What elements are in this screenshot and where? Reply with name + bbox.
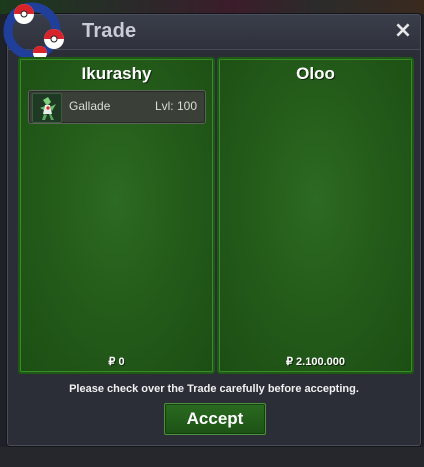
offer-panel-self: Ikurashy Gallade Lvl: 100 ₽ 0 [18, 57, 215, 374]
window-title: Trade [82, 20, 137, 42]
trade-notice: Please check over the Trade carefully be… [69, 383, 359, 395]
trade-window: Trade × Ikurashy Gallade Lvl: 100 ₽ 0 Ol… [3, 2, 421, 446]
money-offer-partner: ₽ 2.100.000 [286, 356, 345, 368]
player-name-partner: Oloo [296, 64, 335, 83]
player-name-self: Ikurashy [81, 64, 152, 83]
pokemon-level: Lvl: 100 [154, 99, 197, 113]
pokemon-slot[interactable]: Gallade Lvl: 100 [28, 90, 206, 124]
offer-panel-partner: Oloo ₽ 2.100.000 [217, 57, 414, 374]
money-offer-self: ₽ 0 [108, 356, 125, 368]
gallade-sprite-icon [32, 93, 62, 123]
pokeball-swap-icon [3, 2, 64, 60]
game-background-bottom [0, 447, 424, 467]
close-icon[interactable]: × [392, 20, 414, 42]
pokemon-name: Gallade [69, 99, 111, 113]
accept-button[interactable]: Accept [164, 403, 266, 435]
